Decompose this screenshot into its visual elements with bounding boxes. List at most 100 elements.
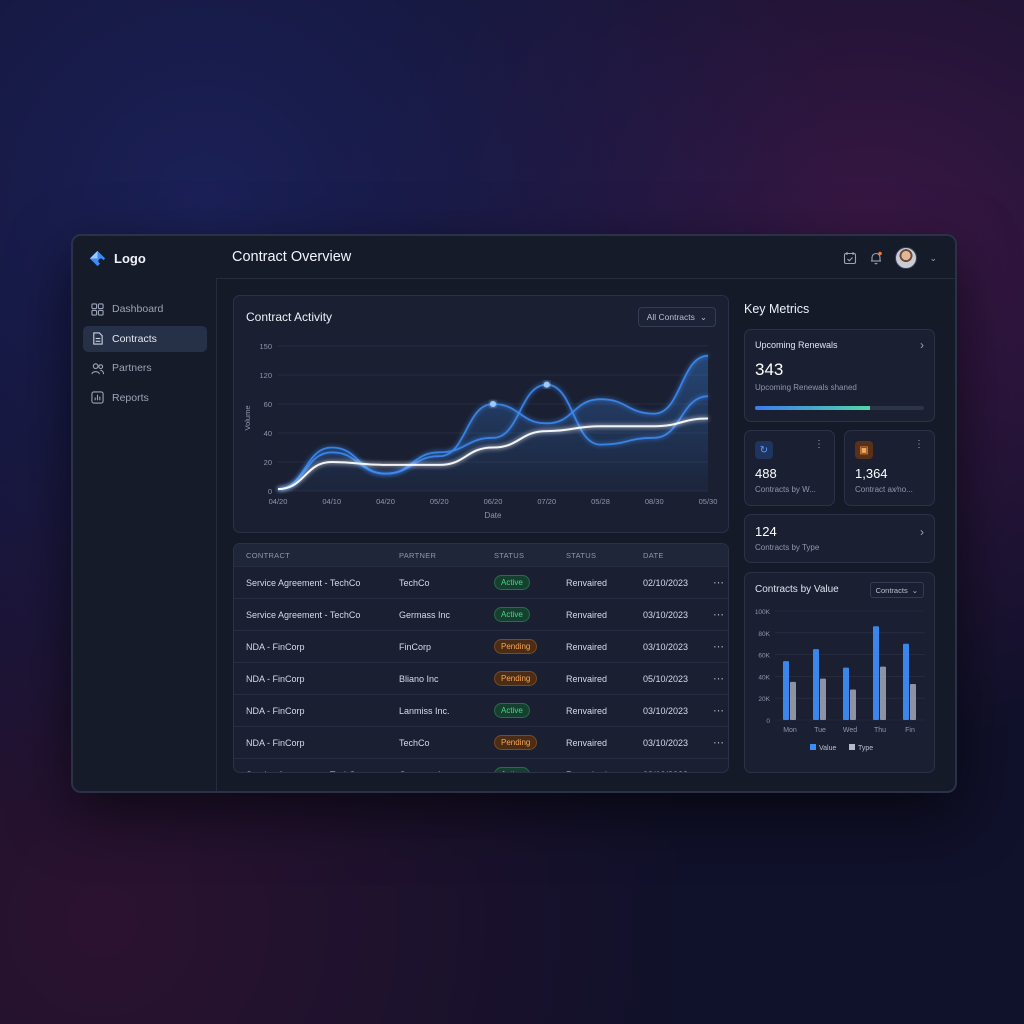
contracts-select[interactable]: Contracts ⌄ <box>869 582 924 598</box>
card-a-sub: Contracts by W... <box>755 485 816 494</box>
col-header-actions <box>712 544 728 567</box>
header: Contract Overview ⌄ <box>216 236 955 279</box>
more-horizontal-icon[interactable]: ⋯ <box>713 577 724 589</box>
partner-name: Lanmiss Inc. <box>398 694 493 727</box>
sidebar-item-reports[interactable]: Reports <box>83 385 207 411</box>
by-type-value: 124 <box>755 524 777 539</box>
x-tick-label: 05/20 <box>430 497 449 506</box>
avatar[interactable] <box>895 247 918 269</box>
status-cell: Pending <box>493 630 565 663</box>
col-header-contract[interactable]: CONTRACT <box>234 544 398 567</box>
renewals-label: Upcoming Renewals <box>755 340 838 350</box>
contract-activity-chart: 0 20 40 60 120 150 04/20 04/10 04/20 05/20 06/20 07… <box>243 342 718 520</box>
bar <box>783 661 789 720</box>
partner-name: Bliano Inc <box>398 662 493 695</box>
status-badge: Active <box>494 575 530 590</box>
chevron-right-icon[interactable]: › <box>920 338 924 352</box>
contracts-table: CONTRACT PARTNER STATUS STATUS DATE Serv… <box>234 544 728 772</box>
col-header-partner[interactable]: PARTNER <box>398 544 493 567</box>
document-icon <box>93 332 103 345</box>
bar <box>873 626 879 720</box>
more-horizontal-icon[interactable]: ⋯ <box>713 737 724 749</box>
y-tick-label: 20 <box>264 458 272 467</box>
header-actions: ⌄ <box>843 247 937 269</box>
contract-amount-card[interactable]: ▣ ⋮ 1,364 Contract ax⁄no... <box>844 430 935 506</box>
bar <box>903 643 909 720</box>
x-tick-label: 08/30 <box>645 497 664 506</box>
chart-icon <box>91 391 104 404</box>
renewal-status: Renvaired <box>565 566 642 599</box>
bell-icon[interactable] <box>869 251 883 265</box>
row-actions-cell: ⋯ <box>712 758 728 772</box>
contract-activity-card: 0 20 40 60 120 150 04/20 04/10 04/20 05/20 06/20 07… <box>233 295 729 533</box>
by-value-title: Contracts by Value <box>755 584 839 595</box>
x-tick-label: 07/20 <box>537 497 556 506</box>
table-row[interactable]: Service Agreement - TechCo TechCo Active Re… <box>234 566 728 599</box>
all-contracts-select[interactable]: All Contracts ⌄ <box>637 307 716 327</box>
sidebar-nav: Dashboard Contracts Partners Reports <box>83 296 207 414</box>
logo-text: Logo <box>114 251 146 266</box>
x-tick-label: 05/30 <box>699 497 718 506</box>
more-vertical-icon[interactable]: ⋮ <box>914 439 924 450</box>
row-actions-cell: ⋯ <box>712 598 728 631</box>
card-a-value: 488 <box>755 466 777 481</box>
table-row[interactable]: Service Agreement - TechCoGermass IncAct… <box>234 598 728 631</box>
x-tick-label: 04/20 <box>269 497 288 506</box>
chevron-right-icon[interactable]: › <box>920 525 924 539</box>
renewals-value: 343 <box>755 360 784 379</box>
sidebar-item-contracts[interactable]: Contracts <box>83 325 207 352</box>
table-row[interactable]: NDA - FinCorp FinCorp Pending Renvaired 03/1… <box>234 630 728 663</box>
select-value: Contracts <box>875 585 908 595</box>
renewal-status: Renvaired <box>565 726 642 759</box>
renewal-status: Renvaired <box>565 694 642 727</box>
y-axis-label: Volume <box>243 405 252 430</box>
x-tick-label: 04/20 <box>376 497 395 506</box>
col-header-status[interactable]: STATUS <box>493 544 565 567</box>
more-horizontal-icon[interactable]: ⋯ <box>713 769 724 772</box>
more-horizontal-icon[interactable]: ⋯ <box>713 673 724 685</box>
x-tick-label: Fin <box>905 727 915 734</box>
more-vertical-icon[interactable]: ⋮ <box>814 439 824 450</box>
table-row[interactable]: Service Agreement - TechCoGermass IncAct… <box>234 758 728 772</box>
status-cell: Active <box>493 694 565 727</box>
contract-date: 03/10/2023 <box>642 630 712 663</box>
table-row[interactable]: NDA - FinCorp TechCo Pending Renvaired 03/10… <box>234 726 728 759</box>
contract-name: NDA - FinCorp <box>234 726 398 759</box>
sidebar-item-partners[interactable]: Partners <box>83 355 207 381</box>
bar <box>850 689 856 720</box>
contract-name: NDA - FinCorp <box>234 694 398 727</box>
upcoming-renewals-card[interactable]: Upcoming Renewals › 343 Upcoming Renewal… <box>744 329 935 422</box>
renewal-status: Renvaired <box>565 662 642 695</box>
status-cell: Active <box>493 566 565 599</box>
more-horizontal-icon[interactable]: ⋯ <box>713 705 724 717</box>
contract-date: 03/10/2023 <box>642 758 712 772</box>
contract-date: 05/10/2023 <box>642 662 712 695</box>
calendar-check-icon[interactable] <box>843 251 857 265</box>
key-metrics-title: Key Metrics <box>744 302 810 316</box>
contract-date: 02/10/2023 <box>642 566 712 599</box>
y-tick-label: 100K <box>755 609 771 616</box>
contracts-by-week-card[interactable]: ↻ ⋮ 488 Contracts by W... <box>744 430 835 506</box>
renewals-progress-fill <box>755 406 870 410</box>
logo[interactable]: Logo <box>89 250 146 267</box>
more-horizontal-icon[interactable]: ⋯ <box>713 609 724 621</box>
card-b-sub: Contract ax⁄no... <box>855 485 913 494</box>
table-row[interactable]: NDA - FinCorp Bliano Inc Pending Renvaired 0… <box>234 662 728 695</box>
status-cell: Pending <box>493 726 565 759</box>
chevron-down-icon[interactable]: ⌄ <box>929 253 937 264</box>
y-tick-label: 80K <box>758 631 770 638</box>
logo-icon <box>89 250 106 267</box>
wallet-icon: ▣ <box>855 441 873 459</box>
contracts-by-type-card[interactable]: 124 Contracts by Type › <box>744 514 935 563</box>
status-badge: Active <box>494 703 530 718</box>
y-tick-label: 0 <box>268 487 272 496</box>
bar <box>813 649 819 720</box>
contract-name: NDA - FinCorp <box>234 630 398 663</box>
col-header-date[interactable]: DATE <box>642 544 712 567</box>
sidebar-item-dashboard[interactable]: Dashboard <box>83 296 207 322</box>
row-actions-cell: ⋯ <box>712 726 728 759</box>
col-header-status-2[interactable]: STATUS <box>565 544 642 567</box>
table-row[interactable]: NDA - FinCorp Lanmiss Inc. Active Renvaired… <box>234 694 728 727</box>
more-horizontal-icon[interactable]: ⋯ <box>713 641 724 653</box>
status-cell: Active <box>493 758 565 772</box>
